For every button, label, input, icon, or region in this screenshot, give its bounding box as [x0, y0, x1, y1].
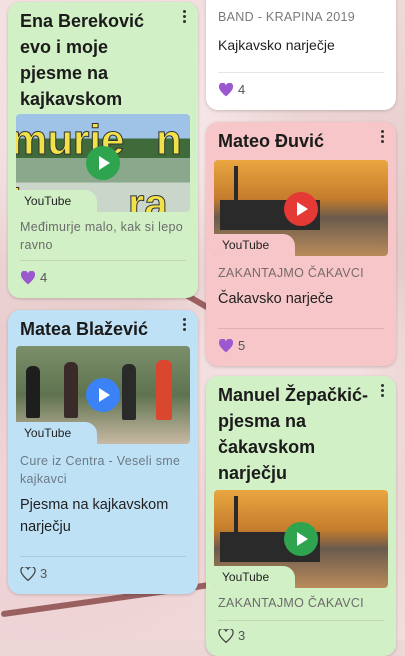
- performer-figure: [26, 366, 40, 418]
- more-options-icon[interactable]: [178, 8, 190, 26]
- video-source: ZAKANTAJMO ČAKAVCI: [218, 266, 364, 280]
- divider: [20, 260, 186, 261]
- youtube-label: YouTube: [16, 422, 98, 444]
- heart-icon: [218, 338, 234, 352]
- post-card-band[interactable]: BAND - KRAPINA 2019 Kajkavsko narječje 4: [206, 0, 396, 110]
- post-card-matea[interactable]: Matea Blažević YouTube Cure iz Centra - …: [8, 310, 198, 594]
- post-card-manuel[interactable]: Manuel Žepačkić-pjesma na čakavskom narj…: [206, 376, 396, 656]
- mast-silhouette: [234, 496, 238, 536]
- post-title: Mateo Đuvić: [218, 131, 325, 151]
- video-source: BAND - KRAPINA 2019: [218, 10, 356, 24]
- like-count: 3: [40, 566, 48, 581]
- more-options-icon[interactable]: [178, 316, 190, 334]
- post-body: Pjesma na kajkavskom narječju: [20, 497, 169, 535]
- heart-outline-icon: [218, 628, 234, 643]
- divider: [218, 620, 384, 621]
- like-count: 4: [40, 270, 48, 285]
- video-description: Cure iz Centra - Veseli sme kajkavci: [20, 454, 181, 486]
- video-thumbnail[interactable]: YouTube: [214, 160, 388, 256]
- post-body: Kajkavsko narječje: [218, 37, 335, 53]
- mast-silhouette: [234, 166, 238, 206]
- more-options-icon[interactable]: [376, 128, 388, 146]
- youtube-label: YouTube: [16, 190, 98, 212]
- heart-outline-icon: [20, 566, 36, 581]
- youtube-label: YouTube: [214, 234, 296, 256]
- post-title: Manuel Žepačkić-pjesma na čakavskom narj…: [218, 385, 369, 483]
- video-source: ZAKANTAJMO ČAKAVCI: [218, 596, 364, 610]
- like-button[interactable]: 4: [218, 82, 245, 97]
- performer-figure: [156, 360, 172, 420]
- heart-icon: [20, 270, 36, 284]
- youtube-label: YouTube: [214, 566, 296, 588]
- play-button-icon[interactable]: [284, 522, 318, 556]
- like-count: 3: [238, 628, 246, 643]
- post-card-ena[interactable]: Ena Bereković evo i moje pjesme na kajka…: [8, 2, 198, 298]
- like-button[interactable]: 5: [218, 338, 245, 353]
- video-thumbnail[interactable]: YouTube: [214, 490, 388, 588]
- more-options-icon[interactable]: [376, 382, 388, 400]
- divider: [218, 72, 384, 73]
- video-description: Međimurje malo, kak si lepo ravno: [20, 220, 184, 252]
- like-button[interactable]: 3: [218, 628, 245, 643]
- video-thumbnail[interactable]: murje n lepo ra YouTube: [16, 114, 190, 212]
- heart-icon: [218, 82, 234, 96]
- like-button[interactable]: 3: [20, 566, 47, 581]
- video-thumbnail[interactable]: YouTube: [16, 346, 190, 444]
- divider: [20, 556, 186, 557]
- performer-figure: [64, 362, 78, 418]
- post-card-mateo[interactable]: Mateo Đuvić YouTube ZAKANTAJMO ČAKAVCI Č…: [206, 122, 396, 366]
- like-count: 5: [238, 338, 246, 353]
- performer-figure: [122, 364, 136, 420]
- play-button-icon[interactable]: [86, 146, 120, 180]
- like-count: 4: [238, 82, 246, 97]
- play-button-icon[interactable]: [284, 192, 318, 226]
- divider: [218, 328, 384, 329]
- post-body: Čakavsko narječe: [218, 291, 334, 307]
- play-button-icon[interactable]: [86, 378, 120, 412]
- post-title: Matea Blažević: [20, 319, 149, 339]
- like-button[interactable]: 4: [20, 270, 47, 285]
